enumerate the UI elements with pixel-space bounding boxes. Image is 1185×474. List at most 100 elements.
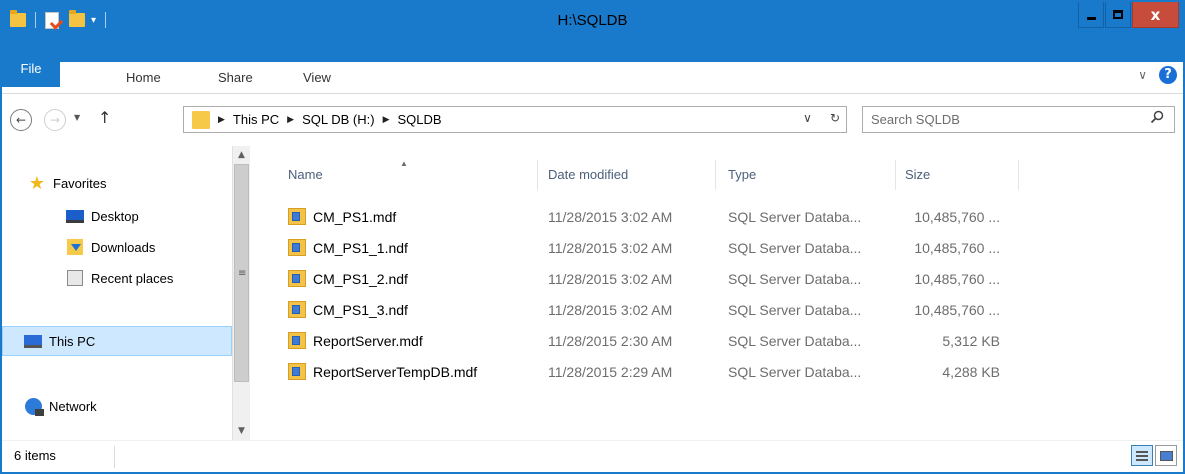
details-view-icon [1136, 450, 1148, 461]
nav-item-downloads[interactable]: Downloads [66, 236, 155, 258]
window-title: H:\SQLDB [557, 12, 628, 29]
close-button[interactable]: x [1132, 2, 1179, 28]
file-name: CM_PS1_3.ndf [313, 301, 408, 318]
search-input[interactable] [871, 107, 1141, 132]
file-name-cell: ReportServer.mdf [264, 332, 538, 349]
title-bar[interactable]: ▾ H:\SQLDB x [2, 2, 1183, 62]
database-file-icon [288, 270, 306, 287]
help-icon[interactable]: ? [1159, 66, 1177, 84]
file-row[interactable]: CM_PS1_2.ndf 11/28/2015 3:02 AM SQL Serv… [264, 263, 1000, 294]
breadcrumb-sqldb[interactable]: SQLDB [397, 112, 441, 127]
nav-item-this-pc[interactable]: This PC [2, 326, 232, 356]
nav-item-label: This PC [49, 333, 96, 349]
navigation-pane: ★ Favorites Desktop Downloads Recent pla… [2, 146, 232, 440]
file-type: SQL Server Databa... [728, 332, 862, 349]
file-type: SQL Server Databa... [728, 239, 862, 256]
nav-item-label: Favorites [53, 175, 107, 191]
breadcrumb: ▶ This PC ▶ SQL DB (H:) ▶ SQLDB [216, 112, 442, 127]
column-header-label: Name [288, 167, 323, 182]
file-date-modified: 11/28/2015 3:02 AM [548, 301, 673, 318]
file-date-modified: 11/28/2015 2:29 AM [548, 363, 673, 380]
star-icon: ★ [28, 172, 46, 193]
database-file-icon [288, 239, 306, 256]
file-type: SQL Server Databa... [728, 301, 862, 318]
file-type: SQL Server Databa... [728, 270, 862, 287]
file-row[interactable]: CM_PS1_1.ndf 11/28/2015 3:02 AM SQL Serv… [264, 232, 1000, 263]
file-size: 4,288 KB [942, 363, 1000, 380]
nav-item-desktop[interactable]: Desktop [66, 205, 139, 227]
recent-locations-dropdown-icon[interactable]: ▼ [74, 113, 80, 122]
column-header-type[interactable]: Type [716, 160, 896, 190]
nav-item-label: Network [49, 398, 97, 414]
tab-file[interactable]: File [2, 54, 60, 87]
large-icons-view-button[interactable] [1155, 445, 1177, 466]
navigation-bar: ← → ▼ ↑ ▶ This PC ▶ SQL DB (H:) ▶ SQLDB … [2, 94, 1183, 146]
item-count: 6 items [14, 448, 56, 463]
explorer-window: ▾ H:\SQLDB x File Home Share View ∨ ? ← … [0, 0, 1185, 474]
file-size: 10,485,760 ... [914, 270, 1000, 287]
database-file-icon [288, 208, 306, 225]
scroll-down-icon[interactable]: ▼ [233, 422, 250, 440]
back-arrow-icon: ← [15, 113, 27, 127]
database-file-icon [288, 332, 306, 349]
breadcrumb-sql-db-drive[interactable]: SQL DB (H:) [302, 112, 374, 127]
file-name: CM_PS1_1.ndf [313, 239, 408, 256]
file-size: 10,485,760 ... [914, 239, 1000, 256]
column-header-size[interactable]: Size [896, 160, 1019, 190]
details-view-button[interactable] [1131, 445, 1153, 466]
scroll-up-icon[interactable]: ▲ [233, 146, 250, 164]
ribbon-controls: ∨ ? [1138, 66, 1177, 84]
maximize-button[interactable] [1105, 2, 1131, 28]
file-name-cell: ReportServerTempDB.mdf [264, 363, 538, 380]
breadcrumb-this-pc[interactable]: This PC [233, 112, 279, 127]
nav-item-network[interactable]: Network [24, 395, 97, 417]
nav-pane-scrollbar[interactable]: ▲ ≡ ▼ [232, 146, 250, 440]
close-icon: x [1150, 5, 1161, 24]
back-button[interactable]: ← [10, 109, 32, 131]
up-arrow-icon[interactable]: ↑ [98, 108, 111, 127]
tab-view[interactable]: View [303, 62, 331, 93]
file-row[interactable]: CM_PS1.mdf 11/28/2015 3:02 AM SQL Server… [264, 201, 1000, 232]
breadcrumb-chevron-icon[interactable]: ▶ [383, 114, 390, 125]
nav-item-favorites[interactable]: ★ Favorites [28, 172, 107, 194]
tab-home[interactable]: Home [126, 62, 161, 93]
file-date-modified: 11/28/2015 3:02 AM [548, 270, 673, 287]
ribbon: File Home Share View ∨ ? [2, 54, 1183, 94]
minimize-button[interactable] [1078, 2, 1104, 28]
network-icon [24, 397, 44, 416]
forward-button[interactable]: → [44, 109, 66, 131]
refresh-icon[interactable]: ↻ [830, 111, 840, 125]
address-bar[interactable]: ▶ This PC ▶ SQL DB (H:) ▶ SQLDB ∨ ↻ [183, 106, 847, 133]
file-row[interactable]: ReportServerTempDB.mdf 11/28/2015 2:29 A… [264, 356, 1000, 387]
file-name: ReportServerTempDB.mdf [313, 363, 478, 380]
address-bar-controls: ∨ ↻ [803, 111, 840, 125]
file-row[interactable]: CM_PS1_3.ndf 11/28/2015 3:02 AM SQL Serv… [264, 294, 1000, 325]
scroll-thumb[interactable]: ≡ [234, 164, 249, 382]
minimize-icon [1086, 17, 1096, 20]
file-type: SQL Server Databa... [728, 363, 862, 380]
expand-ribbon-chevron-icon[interactable]: ∨ [1138, 68, 1147, 82]
breadcrumb-chevron-icon[interactable]: ▶ [287, 114, 294, 125]
search-icon[interactable] [1150, 110, 1164, 124]
desktop-icon [66, 208, 84, 224]
tab-share[interactable]: Share [218, 62, 253, 93]
file-date-modified: 11/28/2015 3:02 AM [548, 239, 673, 256]
file-date-modified: 11/28/2015 3:02 AM [548, 208, 673, 225]
grip-icon: ≡ [238, 268, 247, 279]
nav-item-label: Desktop [91, 208, 139, 224]
nav-item-recent-places[interactable]: Recent places [66, 267, 173, 289]
column-header-name[interactable]: ▲ Name [264, 159, 538, 190]
recent-places-icon [66, 270, 84, 286]
search-box[interactable] [862, 106, 1175, 133]
column-header-date-modified[interactable]: Date modified [538, 160, 716, 190]
downloads-icon [66, 239, 84, 255]
file-name-cell: CM_PS1_1.ndf [264, 239, 538, 256]
window-controls: x [1078, 2, 1179, 28]
column-headers: ▲ Name Date modified Type Size [264, 159, 1019, 190]
database-file-icon [288, 363, 306, 380]
file-list: ▲ Name Date modified Type Size CM_PS1.md… [264, 146, 1183, 440]
breadcrumb-chevron-icon[interactable]: ▶ [218, 114, 225, 125]
file-name-cell: CM_PS1_3.ndf [264, 301, 538, 318]
address-dropdown-icon[interactable]: ∨ [803, 111, 812, 125]
file-row[interactable]: ReportServer.mdf 11/28/2015 2:30 AM SQL … [264, 325, 1000, 356]
